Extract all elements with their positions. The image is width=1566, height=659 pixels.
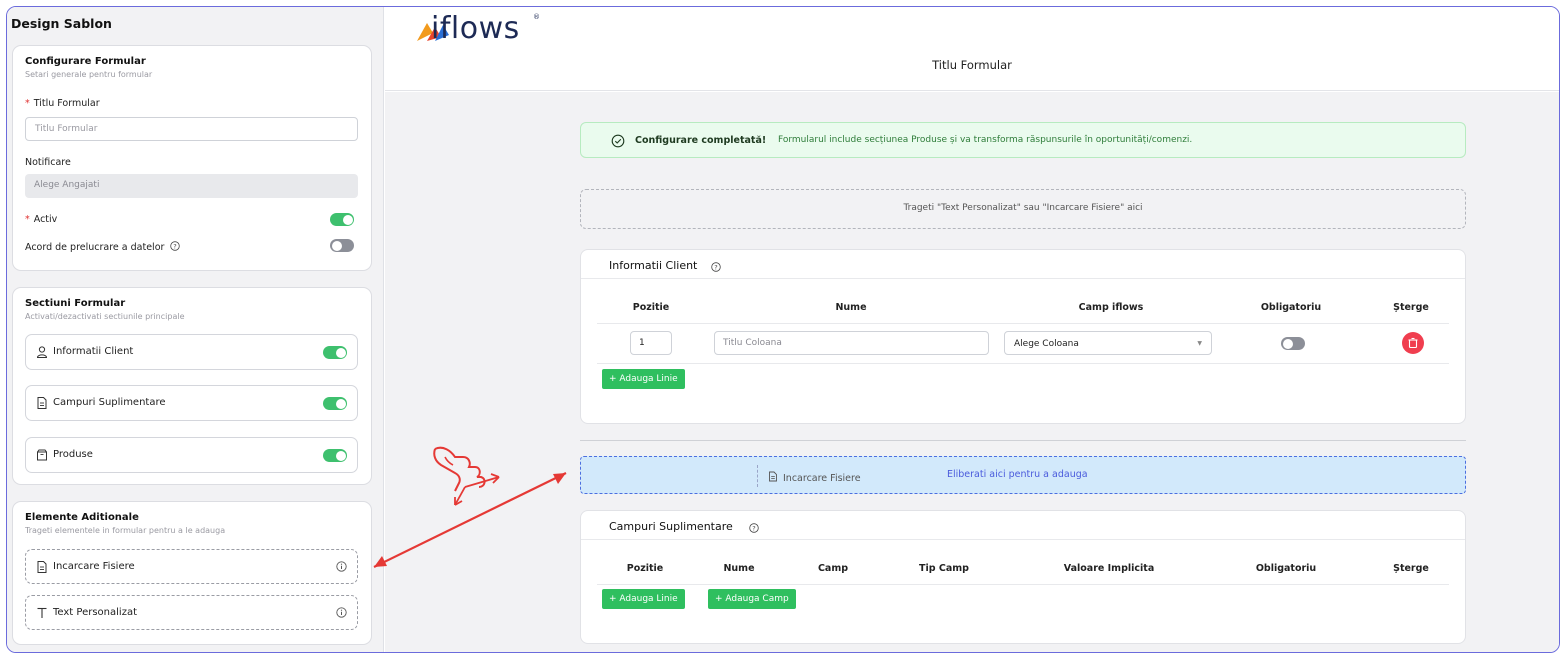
config-subtitle: Setari generale pentru formular bbox=[25, 70, 153, 79]
document-icon bbox=[37, 397, 47, 409]
required-marker: * bbox=[25, 214, 30, 225]
file-icon bbox=[37, 561, 47, 573]
svg-text:?: ? bbox=[174, 242, 177, 250]
active-toggle[interactable] bbox=[330, 213, 354, 226]
client-info-panel: Informatii Client ? Pozitie Nume Camp if… bbox=[580, 249, 1466, 424]
success-alert: Configurare completată! Formularul inclu… bbox=[580, 122, 1466, 158]
required-marker: * bbox=[25, 98, 30, 109]
section-item-label: Produse bbox=[53, 449, 93, 460]
col-pozitie: Pozitie bbox=[632, 302, 670, 313]
trash-icon bbox=[1408, 337, 1418, 349]
col-sterge: Șterge bbox=[1393, 302, 1429, 313]
section-item-label: Informatii Client bbox=[53, 346, 134, 357]
col-pozitie: Pozitie bbox=[626, 563, 664, 574]
sections-card: Sectiuni Formular Activati/dezactivati s… bbox=[12, 287, 372, 485]
required-toggle[interactable] bbox=[1281, 337, 1305, 350]
section-item-campuri-suplimentare[interactable]: Campuri Suplimentare bbox=[25, 385, 358, 421]
add-line-button[interactable]: + Adauga Linie bbox=[602, 369, 685, 389]
active-label: * Activ bbox=[25, 214, 58, 225]
iflows-field-select[interactable]: Alege Coloana ▼ bbox=[1004, 331, 1212, 355]
panel-divider bbox=[581, 539, 1465, 540]
extra-fields-title: Campuri Suplimentare bbox=[609, 520, 733, 533]
svg-text:?: ? bbox=[752, 524, 755, 532]
col-sterge: Șterge bbox=[1393, 563, 1429, 574]
delete-button[interactable] bbox=[1402, 332, 1424, 354]
app-frame: Design Sablon Configurare Formular Setar… bbox=[6, 6, 1560, 653]
extras-card: Elemente Aditionale Trageti elementele i… bbox=[12, 501, 372, 645]
user-icon bbox=[36, 346, 48, 358]
section-toggle-produse[interactable] bbox=[323, 449, 347, 462]
col-tip-camp: Tip Camp bbox=[919, 563, 969, 574]
help-icon[interactable]: ? bbox=[170, 241, 181, 251]
panel-divider bbox=[581, 278, 1465, 279]
top-dropzone[interactable]: Trageti "Text Personalizat" sau "Incarca… bbox=[580, 189, 1466, 229]
notify-label: Notificare bbox=[25, 157, 71, 168]
help-icon[interactable]: ? bbox=[711, 262, 721, 272]
form-title: Titlu Formular bbox=[932, 58, 1012, 72]
sections-title: Sectiuni Formular bbox=[25, 298, 126, 309]
registered-mark: ® bbox=[533, 13, 540, 21]
section-item-label: Campuri Suplimentare bbox=[53, 397, 166, 408]
section-toggle-campuri-suplimentare[interactable] bbox=[323, 397, 347, 410]
col-valoare-implicita: Valoare Implicita bbox=[1063, 563, 1155, 574]
draggable-label: Incarcare Fisiere bbox=[53, 561, 135, 572]
gdpr-toggle[interactable] bbox=[330, 239, 354, 252]
drag-hand-icon bbox=[433, 446, 500, 506]
extras-title: Elemente Aditionale bbox=[25, 512, 139, 523]
chevron-down-icon: ▼ bbox=[1197, 340, 1202, 347]
table-header-divider bbox=[597, 323, 1449, 324]
title-label: * Titlu Formular bbox=[25, 98, 100, 109]
success-title: Configurare completată! bbox=[635, 135, 767, 146]
notify-select[interactable]: Alege Angajati bbox=[25, 174, 358, 198]
box-icon bbox=[37, 449, 47, 461]
file-icon bbox=[769, 471, 777, 482]
form-header: iflows ® Titlu Formular bbox=[385, 7, 1559, 91]
form-canvas: Configurare completată! Formularul inclu… bbox=[385, 92, 1559, 652]
draggable-text-personalizat[interactable]: Text Personalizat bbox=[25, 595, 358, 630]
drop-hint: Eliberati aici pentru a adauga bbox=[947, 469, 1088, 480]
active-dropzone[interactable]: Incarcare Fisiere Eliberati aici pentru … bbox=[580, 456, 1466, 494]
check-circle-icon bbox=[611, 134, 625, 148]
brand-name: iflows bbox=[431, 11, 520, 46]
success-text: Formularul include secțiunea Produse și … bbox=[778, 135, 1193, 145]
sections-subtitle: Activati/dezactivati sectiunile principa… bbox=[25, 312, 185, 321]
draggable-label: Text Personalizat bbox=[53, 607, 137, 618]
add-line-button[interactable]: + Adauga Linie bbox=[602, 589, 685, 609]
extras-subtitle: Trageti elementele in formular pentru a … bbox=[25, 526, 226, 535]
col-obligatoriu: Obligatoriu bbox=[1260, 302, 1322, 313]
form-title-input[interactable]: Titlu Formular bbox=[25, 117, 358, 141]
col-nume: Nume bbox=[723, 563, 755, 574]
info-icon[interactable] bbox=[336, 607, 347, 618]
gdpr-label: Acord de prelucrare a datelor ? bbox=[25, 241, 181, 253]
col-nume: Nume bbox=[835, 302, 867, 313]
client-info-title: Informatii Client bbox=[609, 259, 698, 272]
sidebar-title: Design Sablon bbox=[11, 16, 112, 31]
config-card: Configurare Formular Setari generale pen… bbox=[12, 45, 372, 271]
svg-text:?: ? bbox=[714, 263, 717, 271]
drag-ghost: Incarcare Fisiere bbox=[757, 465, 861, 487]
column-title-input[interactable]: Titlu Coloana bbox=[714, 331, 989, 355]
col-obligatoriu: Obligatoriu bbox=[1255, 563, 1317, 574]
col-camp-iflows: Camp iflows bbox=[1078, 302, 1144, 313]
position-input[interactable]: 1 bbox=[630, 331, 672, 355]
section-item-informatii-client[interactable]: Informatii Client bbox=[25, 334, 358, 370]
extra-fields-panel: Campuri Suplimentare ? Pozitie Nume Camp… bbox=[580, 510, 1466, 644]
section-divider bbox=[580, 440, 1466, 441]
col-camp: Camp bbox=[817, 563, 849, 574]
draggable-incarcare-fisiere[interactable]: Incarcare Fisiere bbox=[25, 549, 358, 584]
text-icon bbox=[37, 607, 47, 618]
info-icon[interactable] bbox=[336, 561, 347, 572]
row-divider bbox=[597, 363, 1449, 364]
add-field-button[interactable]: + Adauga Camp bbox=[708, 589, 796, 609]
design-sidebar: Design Sablon Configurare Formular Setar… bbox=[7, 7, 384, 652]
table-header-divider bbox=[597, 584, 1449, 585]
help-icon[interactable]: ? bbox=[749, 523, 759, 533]
section-toggle-informatii-client[interactable] bbox=[323, 346, 347, 359]
section-item-produse[interactable]: Produse bbox=[25, 437, 358, 473]
config-title: Configurare Formular bbox=[25, 56, 146, 67]
